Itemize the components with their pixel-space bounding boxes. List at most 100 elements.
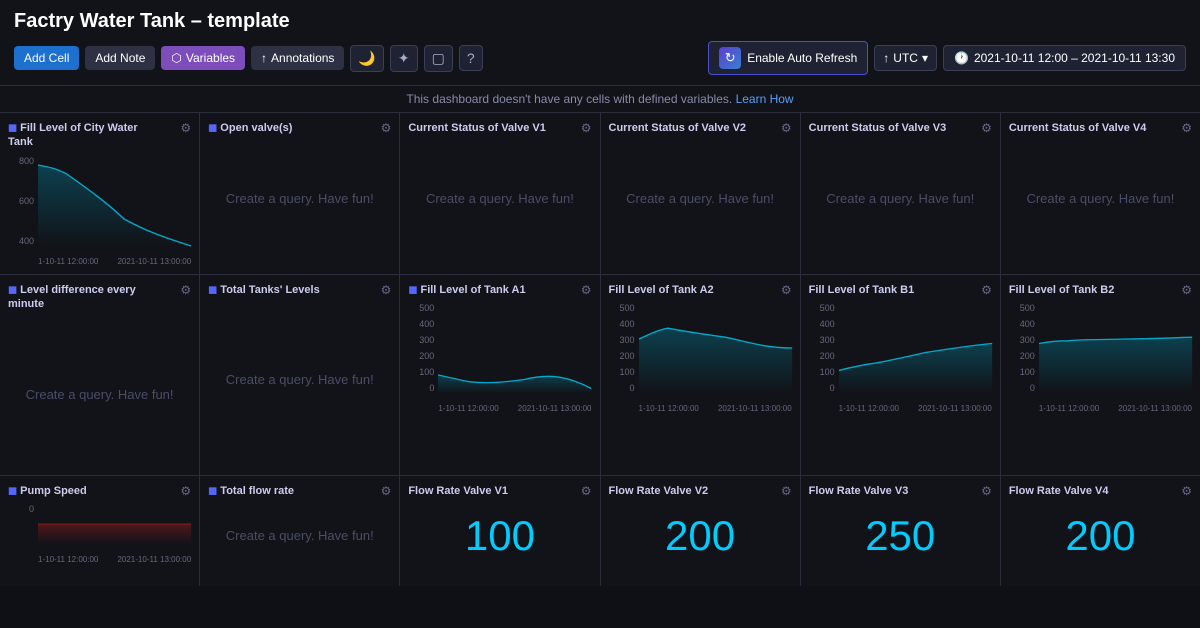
cell-r1-c4: Fill Level of Tank B1⚙ 5004003002001000 1… [801,275,1000,475]
cell-r2-c1: ◼Total flow rate⚙ Create a query. Have fu… [200,476,399,586]
dot-icon: ◼ [8,122,17,134]
cell-title-r0-c5: Current Status of Valve V4 [1009,121,1147,135]
gear-icon-r0-c0[interactable]: ⚙ [180,121,191,135]
cell-title-r1-c0: ◼Level difference every minute [8,283,164,312]
cell-header-r0-c0: ◼Fill Level of City Water Tank⚙ [8,121,191,150]
line-chart-svg [38,504,191,544]
cell-title-r0-c2: Current Status of Valve V1 [408,121,546,135]
utc-selector[interactable]: ↑ UTC ▾ [874,45,937,71]
placeholder-r0-c4: Create a query. Have fun! [809,141,992,256]
cell-header-r0-c1: ◼Open valve(s) ⚙ [208,121,391,135]
gear-icon-r0-c2[interactable]: ⚙ [581,121,592,135]
line-chart-svg [1039,303,1192,393]
cell-title-r1-c1: ◼Total Tanks' Levels [208,283,320,297]
x-axis-r0-c0: 1-10-11 12:00:002021-10-11 13:00:00 [38,248,191,266]
placeholder-r2-c1: Create a query. Have fun! [208,504,391,568]
gear-icon-r2-c2[interactable]: ⚙ [581,484,592,498]
chart-canvas-r1-c3 [639,303,792,393]
cell-header-r1-c4: Fill Level of Tank B1⚙ [809,283,992,297]
auto-refresh-button[interactable]: ↻ Enable Auto Refresh [708,41,868,75]
gear-icon-r1-c3[interactable]: ⚙ [781,283,792,297]
sun-icon-button[interactable]: ✦ [390,45,418,72]
cell-r0-c0: ◼Fill Level of City Water Tank⚙ 800600400… [0,113,199,274]
cell-header-r2-c2: Flow Rate Valve V1 ⚙ [408,484,591,498]
gear-icon-r2-c5[interactable]: ⚙ [1181,484,1192,498]
big-number-r2-c4: 250 [809,504,992,568]
cell-title-r2-c2: Flow Rate Valve V1 [408,484,508,498]
header: Factry Water Tank – template Add Cell Ad… [0,0,1200,86]
dot-icon: ◼ [8,284,17,296]
dot-icon: ◼ [8,485,17,497]
gear-icon-r0-c5[interactable]: ⚙ [1181,121,1192,135]
chart-area-r0-c0: 800600400 1-10-11 12:00:002021-10-11 13:… [8,156,191,266]
cell-title-r0-c1: ◼Open valve(s) [208,121,292,135]
gear-icon-r2-c4[interactable]: ⚙ [981,484,992,498]
cell-r1-c0: ◼Level difference every minute⚙Create a … [0,275,199,475]
cell-header-r1-c5: Fill Level of Tank B2 ⚙ [1009,283,1192,297]
learn-how-link[interactable]: Learn How [736,92,794,106]
x-axis-r2-c0: 1-10-11 12:00:002021-10-11 13:00:00 [38,546,191,564]
gear-icon-r0-c4[interactable]: ⚙ [981,121,992,135]
y-axis-r1-c4: 5004003002001000 [809,303,837,393]
cell-header-r2-c1: ◼Total flow rate⚙ [208,484,391,498]
gear-icon-r2-c1[interactable]: ⚙ [381,484,392,498]
dashboard: ◼Fill Level of City Water Tank⚙ 800600400… [0,113,1200,586]
x-axis-r1-c5: 1-10-11 12:00:002021-10-11 13:00:00 [1039,395,1192,413]
cell-header-r0-c4: Current Status of Valve V3⚙ [809,121,992,135]
gear-icon-r2-c0[interactable]: ⚙ [180,484,191,498]
x-axis-r1-c3: 1-10-11 12:00:002021-10-11 13:00:00 [639,395,792,413]
placeholder-r0-c3: Create a query. Have fun! [609,141,792,256]
cell-r0-c4: Current Status of Valve V3⚙ Create a quer… [801,113,1000,274]
chart-canvas-r1-c4 [839,303,992,393]
gear-icon-r0-c1[interactable]: ⚙ [381,121,392,135]
variables-button[interactable]: ⬡ Variables [161,46,245,70]
add-note-button[interactable]: Add Note [85,46,155,70]
y-axis-r1-c3: 5004003002001000 [609,303,637,393]
chart-area-r1-c2: 5004003002001000 1-10-11 12:00:002021-10… [408,303,591,413]
cell-r2-c4: Flow Rate Valve V3 ⚙ 250 [801,476,1000,586]
cell-r2-c0: ◼Pump Speed⚙ 0 1-10-11 12:00:002021-10-11… [0,476,199,586]
line-chart-svg [839,303,992,393]
y-axis-r1-c5: 5004003002001000 [1009,303,1037,393]
cell-r1-c3: Fill Level of Tank A2⚙5004003002001000 1… [601,275,800,475]
cell-header-r0-c2: Current Status of Valve V1 ⚙ [408,121,591,135]
cell-r0-c2: Current Status of Valve V1 ⚙ Create a quer… [400,113,599,274]
placeholder-r0-c1: Create a query. Have fun! [208,141,391,256]
page-title: Factry Water Tank – template [14,10,1186,33]
cell-title-r1-c5: Fill Level of Tank B2 [1009,283,1115,297]
gear-icon-r1-c1[interactable]: ⚙ [381,283,392,297]
add-cell-button[interactable]: Add Cell [14,46,79,70]
gear-icon-r0-c3[interactable]: ⚙ [781,121,792,135]
cell-header-r1-c1: ◼Total Tanks' Levels ⚙ [208,283,391,297]
gear-icon-r1-c0[interactable]: ⚙ [180,283,191,297]
y-axis-r0-c0: 800600400 [8,156,36,246]
chart-area-r2-c0: 0 1-10-11 12:00:002021-10-11 13:00:00 [8,504,191,564]
cell-header-r1-c2: ◼Fill Level of Tank A1⚙ [408,283,591,297]
time-range-button[interactable]: 🕐 2021-10-11 12:00 – 2021-10-11 13:30 [943,45,1186,71]
fullscreen-button[interactable]: ▢ [424,45,453,72]
help-button[interactable]: ? [459,45,483,71]
moon-icon-button[interactable]: 🌙 [350,45,383,72]
variables-icon: ⬡ [171,51,181,65]
chart-canvas-r2-c0 [38,504,191,544]
cell-header-r2-c3: Flow Rate Valve V2 ⚙ [609,484,792,498]
chart-area-r1-c4: 5004003002001000 1-10-11 12:00:002021-10… [809,303,992,413]
line-chart-svg [639,303,792,393]
cell-header-r2-c0: ◼Pump Speed⚙ [8,484,191,498]
cell-r1-c2: ◼Fill Level of Tank A1⚙ 5004003002001000 … [400,275,599,475]
cell-title-r2-c3: Flow Rate Valve V2 [609,484,709,498]
big-number-r2-c3: 200 [609,504,792,568]
chevron-down-icon: ▾ [922,51,928,65]
annotations-button[interactable]: ↑ Annotations [251,46,344,70]
cell-title-r2-c4: Flow Rate Valve V3 [809,484,909,498]
gear-icon-r1-c4[interactable]: ⚙ [981,283,992,297]
gear-icon-r1-c5[interactable]: ⚙ [1181,283,1192,297]
placeholder-r0-c2: Create a query. Have fun! [408,141,591,256]
cell-title-r2-c5: Flow Rate Valve V4 [1009,484,1109,498]
placeholder-r0-c5: Create a query. Have fun! [1009,141,1192,256]
cell-r1-c1: ◼Total Tanks' Levels⚙Create a query. Hav… [200,275,399,475]
gear-icon-r1-c2[interactable]: ⚙ [581,283,592,297]
chart-canvas-r0-c0 [38,156,191,246]
cell-r2-c5: Flow Rate Valve V4⚙200 [1001,476,1200,586]
gear-icon-r2-c3[interactable]: ⚙ [781,484,792,498]
